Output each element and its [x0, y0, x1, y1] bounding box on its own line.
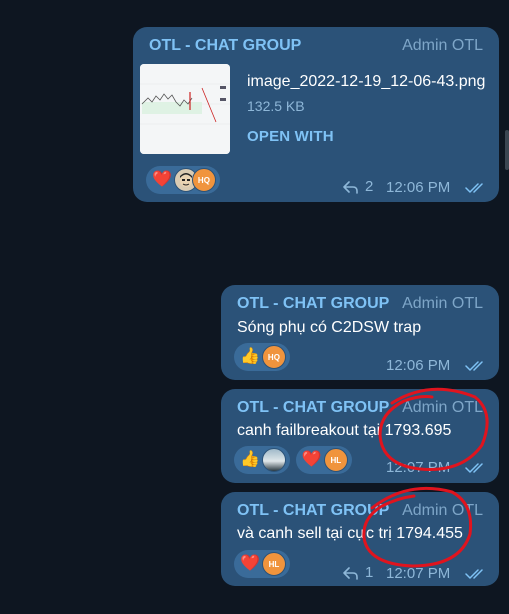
double-check-icon: [465, 567, 487, 585]
reaction-thumbs-up[interactable]: 👍 HQ: [234, 343, 290, 371]
heart-icon: ❤️: [240, 555, 260, 572]
sender-name[interactable]: OTL - CHAT GROUP: [237, 295, 389, 313]
sender-name[interactable]: OTL - CHAT GROUP: [237, 399, 389, 417]
avatar: HQ: [261, 345, 286, 369]
message-bubble[interactable]: OTL - CHAT GROUP Admin OTL và canh sell …: [221, 492, 499, 586]
thumbs-up-icon: 👍: [240, 451, 260, 468]
message-time: 12:06 PM: [386, 179, 451, 196]
sender-name[interactable]: OTL - CHAT GROUP: [237, 502, 389, 520]
message-text: Sóng phụ có C2DSW trap: [237, 319, 422, 336]
message-time: 12:07 PM: [386, 459, 451, 476]
message-time: 12:06 PM: [386, 357, 451, 374]
open-with-button[interactable]: OPEN WITH: [247, 128, 334, 145]
reply-count[interactable]: 1: [343, 564, 373, 581]
reply-arrow-icon: [343, 566, 358, 580]
reaction-heart[interactable]: ❤️ HQ: [146, 166, 220, 194]
message-bubble[interactable]: OTL - CHAT GROUP Admin OTL Sóng phụ có C…: [221, 285, 499, 380]
sender-name[interactable]: OTL - CHAT GROUP: [149, 37, 301, 55]
reaction-heart[interactable]: ❤️ HL: [234, 550, 290, 578]
file-name[interactable]: image_2022-12-19_12-06-43.png: [247, 73, 485, 91]
double-check-icon: [465, 461, 487, 479]
reaction-heart[interactable]: ❤️ HL: [295, 446, 352, 474]
reply-count[interactable]: 2: [343, 178, 373, 195]
file-size: 132.5 KB: [247, 98, 305, 114]
avatar: HL: [261, 552, 286, 576]
avatar: HQ: [191, 168, 216, 192]
message-time: 12:07 PM: [386, 565, 451, 582]
reply-count-value: 2: [365, 178, 374, 195]
heart-icon: ❤️: [152, 171, 172, 188]
avatar: HL: [323, 448, 348, 472]
message-bubble[interactable]: OTL - CHAT GROUP Admin OTL canh failbrea…: [221, 389, 499, 483]
admin-title: Admin OTL: [402, 399, 483, 416]
admin-title: Admin OTL: [402, 295, 483, 312]
reactions: ❤️ HL: [234, 550, 290, 578]
avatar: [261, 448, 286, 472]
thumbs-up-icon: 👍: [240, 348, 260, 365]
message-bubble-file[interactable]: OTL - CHAT GROUP Admin OTL image_2022-12…: [133, 27, 499, 202]
reactions: 👍 ❤️ HL: [234, 446, 352, 474]
double-check-icon: [465, 181, 487, 199]
reply-arrow-icon: [343, 180, 358, 194]
reaction-thumbs-up[interactable]: 👍: [234, 446, 290, 474]
image-thumbnail[interactable]: [140, 64, 230, 154]
reactions: ❤️ HQ: [146, 166, 220, 194]
admin-title: Admin OTL: [402, 502, 483, 519]
double-check-icon: [465, 359, 487, 377]
reactions: 👍 HQ: [234, 343, 290, 371]
message-text: và canh sell tại cực trị 1794.455: [237, 525, 463, 542]
reply-count-value: 1: [365, 564, 374, 581]
message-text: canh failbreakout tại 1793.695: [237, 422, 452, 439]
scrollbar[interactable]: [505, 130, 509, 170]
chart-preview-icon: [140, 64, 230, 154]
heart-icon: ❤️: [301, 451, 322, 468]
admin-title: Admin OTL: [402, 37, 483, 54]
